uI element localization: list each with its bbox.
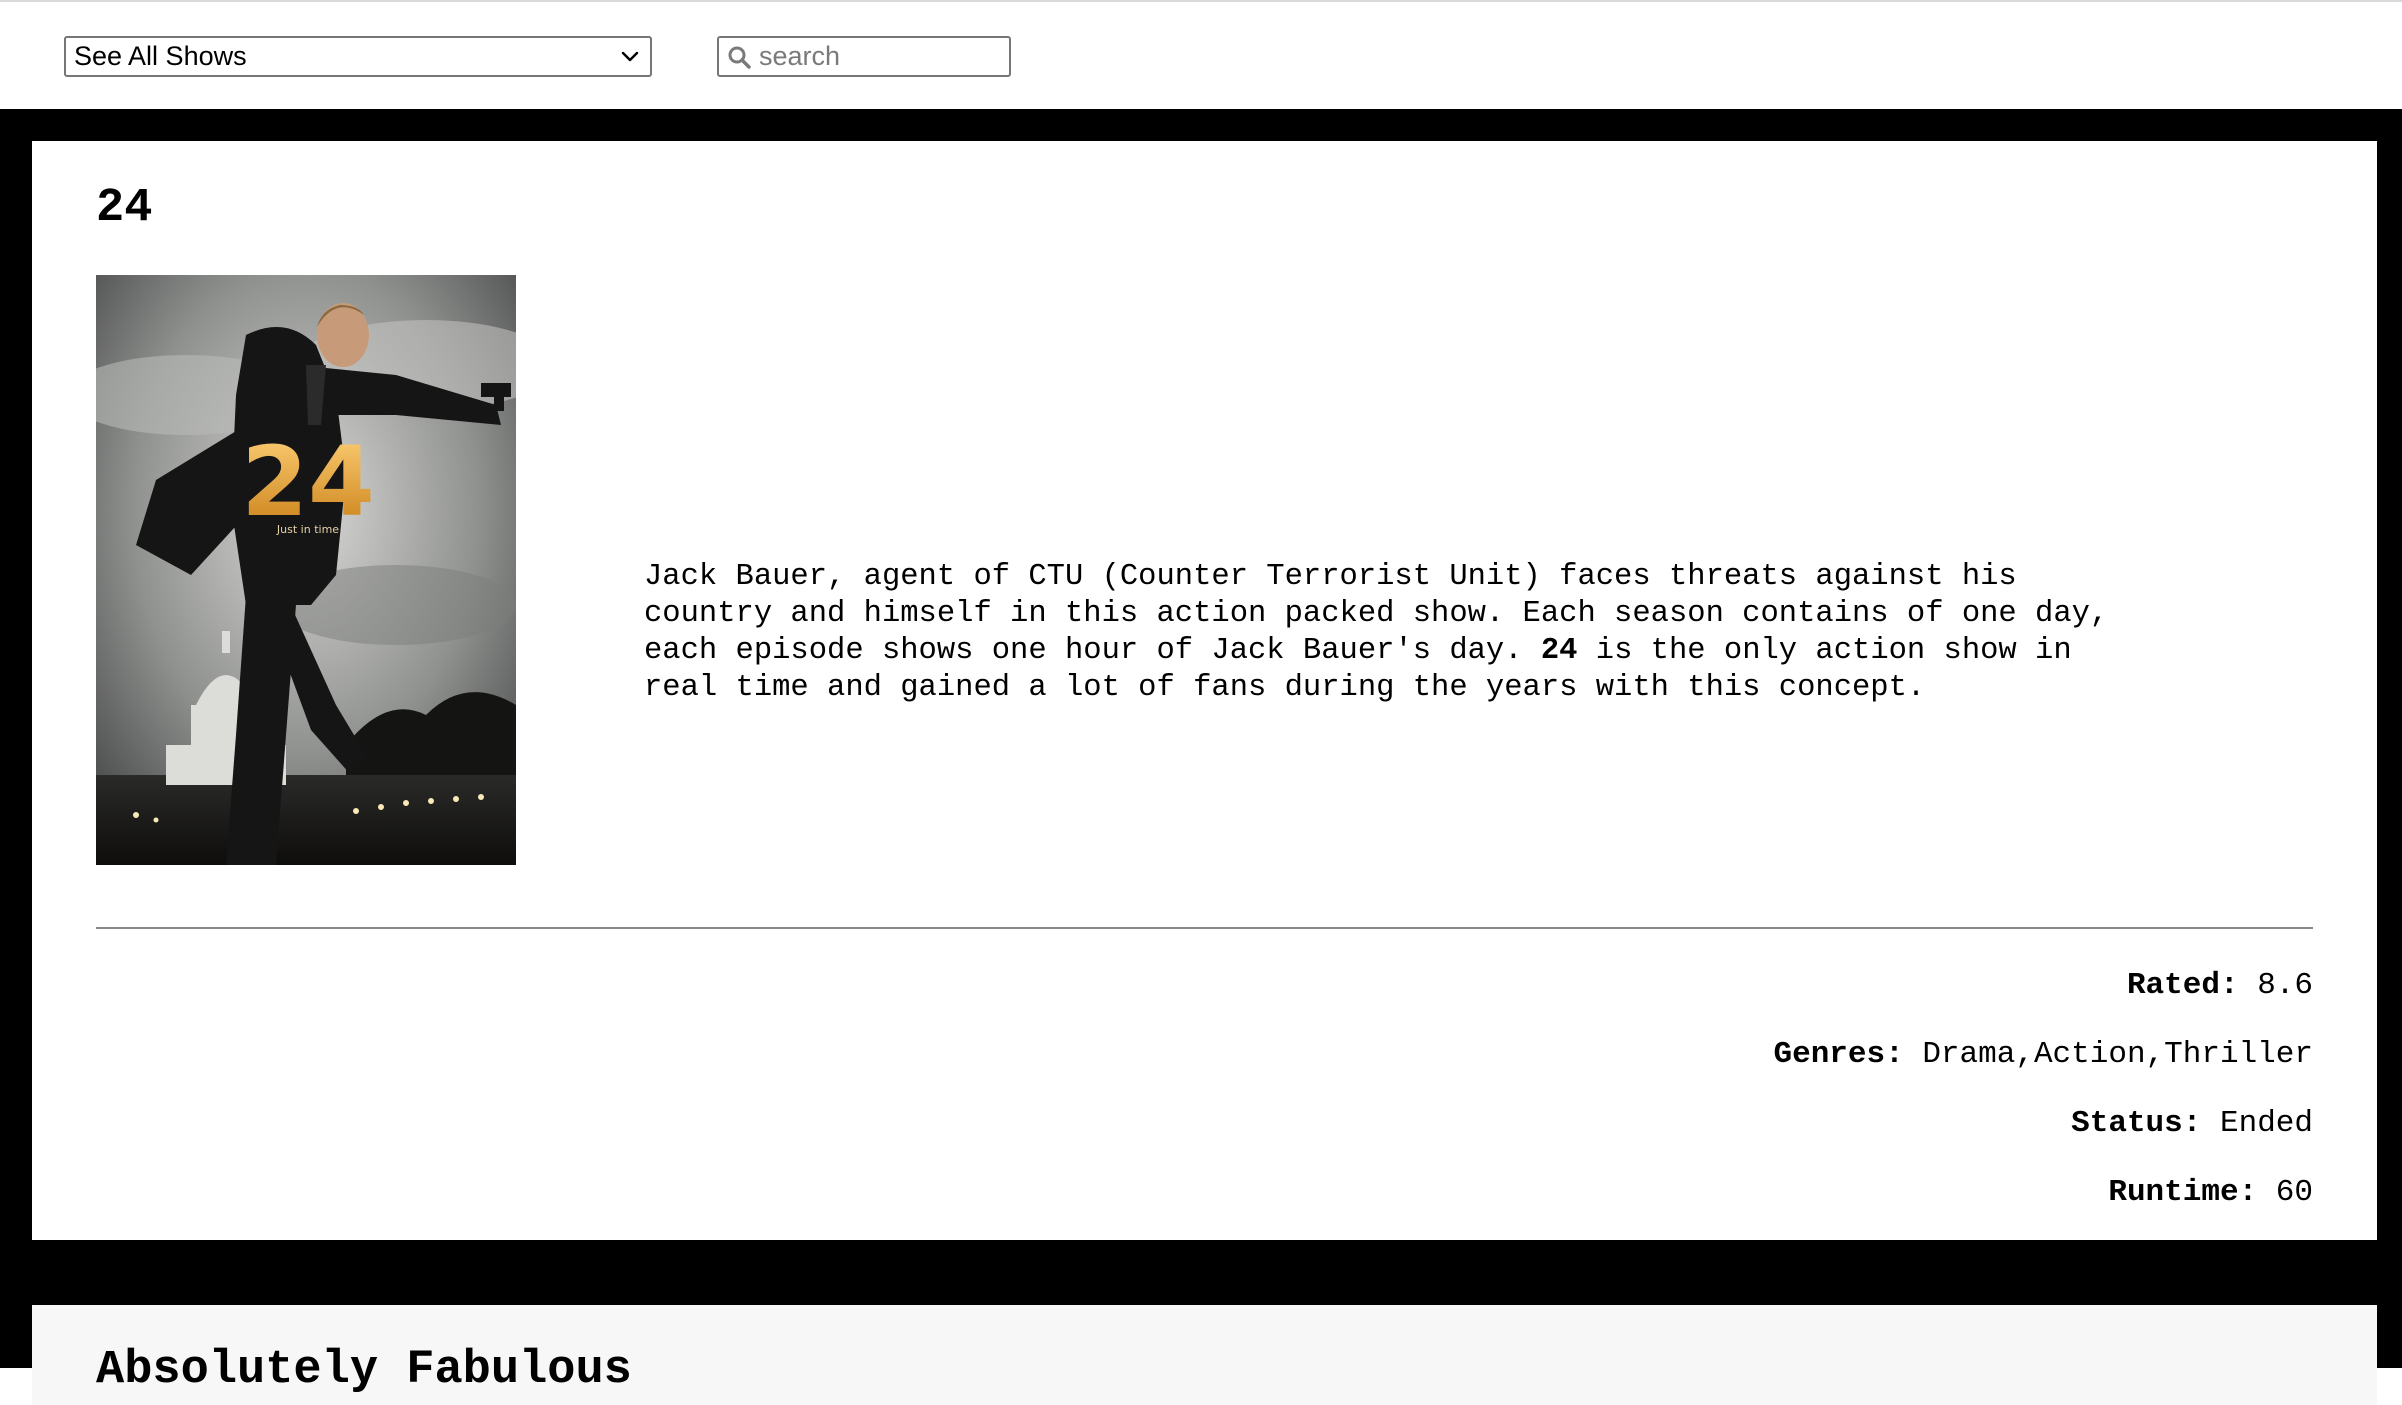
shows-list: 24 24 Just in time Jack Bauer, agent of … [0,109,2402,1405]
search-input[interactable] [759,41,999,72]
genres-value: Drama,Action,Thriller [1922,1037,2313,1072]
show-description: Jack Bauer, agent of CTU (Counter Terror… [644,560,2109,705]
show-title: 24 [96,182,153,235]
show-filter-select[interactable]: See All Shows [64,36,652,77]
show-title: Absolutely Fabulous [96,1344,632,1397]
show-card: Absolutely Fabulous [32,1305,2377,1405]
poster-tagline: Just in time [276,523,339,536]
genres-row: Genres: Drama,Action,Thriller [1773,1039,2313,1070]
show-filter-selected-value: See All Shows [74,41,247,71]
runtime-label: Runtime: [2108,1175,2258,1210]
status-label: Status: [2071,1106,2202,1141]
runtime-row: Runtime: 60 [2108,1177,2313,1208]
status-value: Ended [2219,1106,2313,1141]
chevron-down-icon [621,51,639,62]
search-box[interactable] [717,36,1011,77]
show-poster: 24 Just in time [96,275,516,865]
divider [96,927,2313,929]
top-toolbar: See All Shows [0,0,2402,109]
rating-value: 8.6 [2257,968,2313,1003]
runtime-value: 60 [2275,1175,2313,1210]
description-highlight: 24 [1540,634,1578,668]
search-icon [728,46,751,69]
show-card: 24 24 Just in time Jack Bauer, agent of … [32,141,2377,1240]
status-row: Status: Ended [2071,1108,2313,1139]
genres-label: Genres: [1773,1037,1904,1072]
poster-logo: 24 [241,426,375,538]
rating-label: Rated: [2126,968,2239,1003]
rating-row: Rated: 8.6 [2127,970,2313,1001]
